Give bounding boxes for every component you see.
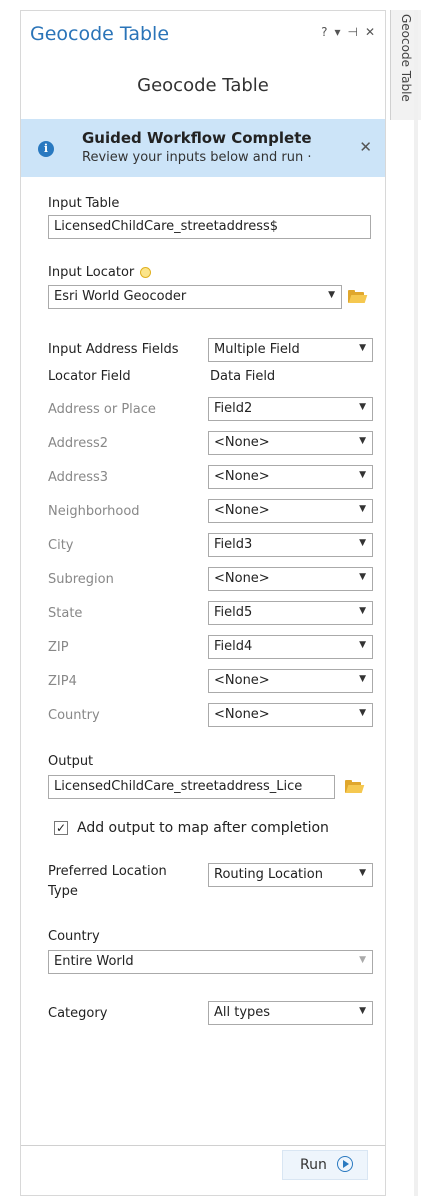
- mapping-value: Field4: [214, 639, 253, 654]
- mapping-label: City: [48, 538, 74, 553]
- chevron-down-icon: ▼: [359, 402, 366, 412]
- scrollbar[interactable]: [414, 10, 418, 1196]
- chevron-down-icon: ▼: [328, 290, 335, 300]
- country-select[interactable]: Entire World ▼: [48, 950, 373, 974]
- output-field[interactable]: LicensedChildCare_streetaddress_Licе: [48, 775, 335, 799]
- mapping-value: <None>: [214, 673, 270, 688]
- chevron-down-icon: ▼: [359, 470, 366, 480]
- chevron-down-icon: ▼: [359, 674, 366, 684]
- mapping-value: Field2: [214, 401, 253, 416]
- mapping-select[interactable]: <None> ▼: [208, 703, 373, 727]
- footer-divider: [21, 1145, 385, 1146]
- mapping-value: Field3: [214, 537, 253, 552]
- side-tab-label: Geocode Table: [399, 14, 413, 102]
- mapping-select[interactable]: Field4 ▼: [208, 635, 373, 659]
- mapping-select[interactable]: <None> ▼: [208, 669, 373, 693]
- address-fields-label: Input Address Fields: [48, 342, 179, 357]
- mapping-label: State: [48, 606, 83, 621]
- run-button[interactable]: Run: [282, 1150, 368, 1180]
- pane-title: Geocode Table: [30, 23, 170, 45]
- address-fields-select[interactable]: Multiple Field ▼: [208, 338, 373, 362]
- preferred-location-value: Routing Location: [214, 867, 323, 882]
- mapping-select[interactable]: Field5 ▼: [208, 601, 373, 625]
- mapping-select[interactable]: Field3 ▼: [208, 533, 373, 557]
- mapping-value: <None>: [214, 571, 270, 586]
- geocode-table-pane: Geocode Table ? ▾ ⊣ ✕ Geocode Table i Gu…: [20, 10, 386, 1196]
- mapping-value: Field5: [214, 605, 253, 620]
- mapping-value: <None>: [214, 435, 270, 450]
- category-value: All types: [214, 1005, 271, 1020]
- chevron-down-icon: ▼: [359, 436, 366, 446]
- chevron-down-icon: ▼: [359, 343, 366, 353]
- banner-text: Review your inputs below and run ·: [82, 150, 312, 165]
- mapping-value: <None>: [214, 503, 270, 518]
- input-locator-label: Input Locator: [48, 265, 152, 280]
- preferred-location-label-line2: Type: [48, 884, 78, 899]
- mapping-select[interactable]: Field2 ▼: [208, 397, 373, 421]
- mapping-label: Subregion: [48, 572, 114, 587]
- category-select[interactable]: All types ▼: [208, 1001, 373, 1025]
- mapping-label: ZIP: [48, 640, 69, 655]
- chevron-down-icon: ▼: [359, 572, 366, 582]
- run-label: Run: [300, 1157, 327, 1173]
- mapping-label: ZIP4: [48, 674, 77, 689]
- mapping-label: Address or Place: [48, 402, 156, 417]
- chevron-down-icon: ▼: [359, 504, 366, 514]
- input-table-label: Input Table: [48, 196, 120, 211]
- window-controls: ? ▾ ⊣ ✕: [321, 25, 375, 39]
- mapping-value: <None>: [214, 469, 270, 484]
- country-value: Entire World: [54, 954, 134, 969]
- play-icon: [337, 1156, 353, 1172]
- chevron-down-icon: ▼: [359, 538, 366, 548]
- preferred-location-label-line1: Preferred Location: [48, 864, 167, 879]
- country-label: Country: [48, 929, 100, 944]
- output-label: Output: [48, 754, 94, 769]
- close-pane-icon[interactable]: ✕: [365, 25, 375, 39]
- chevron-down-icon: ▼: [359, 606, 366, 616]
- banner-title: Guided Workflow Complete: [82, 129, 312, 147]
- input-locator-label-text: Input Locator: [48, 265, 135, 280]
- info-icon: i: [38, 141, 54, 157]
- input-locator-value: Esri World Geocoder: [54, 289, 187, 304]
- help-icon[interactable]: ?: [321, 25, 327, 39]
- banner-close-icon[interactable]: ✕: [359, 138, 372, 156]
- mapping-select[interactable]: <None> ▼: [208, 465, 373, 489]
- mapping-select[interactable]: <None> ▼: [208, 431, 373, 455]
- chevron-down-icon: ▼: [359, 708, 366, 718]
- folder-icon[interactable]: [345, 780, 365, 794]
- locator-field-header: Locator Field: [48, 369, 131, 384]
- mapping-select[interactable]: <None> ▼: [208, 567, 373, 591]
- options-menu-icon[interactable]: ▾: [334, 25, 340, 39]
- info-indicator-icon: [140, 267, 152, 278]
- chevron-down-icon: ▼: [359, 868, 366, 878]
- add-output-checkbox[interactable]: ✓: [54, 821, 68, 835]
- folder-icon[interactable]: [348, 290, 368, 304]
- tool-title: Geocode Table: [137, 75, 269, 96]
- mapping-label: Neighborhood: [48, 504, 140, 519]
- data-field-header: Data Field: [210, 369, 276, 384]
- category-label: Category: [48, 1006, 108, 1021]
- chevron-down-icon: ▼: [359, 640, 366, 650]
- info-banner: i Guided Workflow Complete Review your i…: [21, 119, 385, 177]
- mapping-select[interactable]: <None> ▼: [208, 499, 373, 523]
- preferred-location-select[interactable]: Routing Location ▼: [208, 863, 373, 887]
- mapping-label: Country: [48, 708, 100, 723]
- mapping-label: Address3: [48, 470, 109, 485]
- pin-icon[interactable]: ⊣: [347, 25, 357, 39]
- chevron-down-icon: ▼: [359, 1006, 366, 1016]
- mapping-value: <None>: [214, 707, 270, 722]
- address-fields-value: Multiple Field: [214, 342, 300, 357]
- mapping-label: Address2: [48, 436, 109, 451]
- input-locator-select[interactable]: Esri World Geocoder ▼: [48, 285, 342, 309]
- add-output-label: Add output to map after completion: [77, 820, 329, 836]
- input-table-field[interactable]: LicensedChildCare_streetaddress$: [48, 215, 371, 239]
- chevron-down-icon: ▼: [359, 955, 366, 965]
